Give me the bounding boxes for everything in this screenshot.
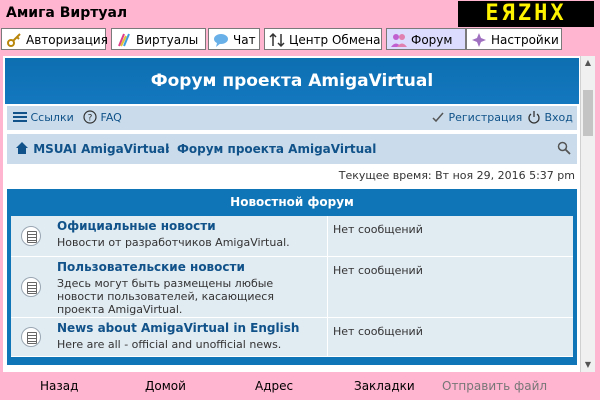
- users-icon: [391, 32, 407, 48]
- forum-description: Here are all - official and unofficial n…: [57, 338, 282, 351]
- nav-virtuals-label: Виртуалы: [136, 33, 199, 47]
- nav-exchange-label: Центр Обмена: [289, 33, 381, 47]
- nav-settings-button[interactable]: Настройки: [466, 28, 562, 50]
- menu-icon: [13, 111, 31, 124]
- title-bar: Амига Виртуал ЕЯZНХ: [0, 0, 600, 28]
- forum-read-icon: [21, 226, 41, 246]
- forum-title-link[interactable]: Официальные новости: [57, 219, 216, 233]
- links-label: Ссылки: [30, 111, 74, 124]
- bottom-toolbar: Назад Домой Адрес Закладки Отправить фай…: [0, 372, 600, 400]
- breadcrumb-home-link[interactable]: MSUAI AmigaVirtual: [15, 134, 169, 164]
- register-icon: [431, 111, 449, 124]
- search-icon[interactable]: [557, 134, 571, 164]
- chat-bubble-icon: [213, 32, 229, 48]
- forum-row[interactable]: Пользовательские новости Здесь могут быт…: [11, 257, 573, 318]
- nav-forum-label: Форум: [411, 33, 453, 47]
- scroll-down-arrow-icon[interactable]: ▼: [581, 358, 595, 372]
- site-logo: ЕЯZНХ: [458, 1, 594, 27]
- home-icon: [15, 142, 33, 156]
- breadcrumb-current-link[interactable]: Форум проекта AmigaVirtual: [177, 134, 376, 164]
- forum-description: Новости от разработчиков AmigaVirtual.: [57, 236, 290, 249]
- news-forum-section: Новостной форум Официальные новости Ново…: [7, 189, 577, 365]
- login-label: Вход: [544, 111, 573, 124]
- forum-read-icon: [21, 277, 41, 297]
- address-button[interactable]: Адрес: [255, 372, 293, 400]
- links-bar: Ссылки ? FAQ Регистрация Вход: [7, 106, 577, 130]
- last-post: Нет сообщений: [333, 264, 423, 277]
- back-button[interactable]: Назад: [40, 372, 78, 400]
- forum-title-link[interactable]: News about AmigaVirtual in English: [57, 321, 299, 335]
- forum-row[interactable]: News about AmigaVirtual in English Here …: [11, 318, 573, 357]
- nav-virtuals-button[interactable]: Виртуалы: [111, 28, 206, 50]
- help-icon: ?: [83, 110, 101, 124]
- nav-chat-button[interactable]: Чат: [208, 28, 260, 50]
- register-label: Регистрация: [448, 111, 523, 124]
- home-button[interactable]: Домой: [145, 372, 186, 400]
- key-icon: [6, 32, 22, 48]
- forum-read-icon: [21, 327, 41, 347]
- login-link[interactable]: Вход: [527, 106, 573, 130]
- forum-row[interactable]: Официальные новости Новости от разработч…: [11, 216, 573, 257]
- forum-description: Здесь могут быть размещены любые новости…: [57, 277, 274, 316]
- last-post: Нет сообщений: [333, 325, 423, 338]
- nav-login-button[interactable]: Авторизация: [1, 28, 108, 50]
- nav-chat-label: Чат: [233, 33, 256, 47]
- nav-exchange-button[interactable]: Центр Обмена: [264, 28, 382, 50]
- scroll-thumb[interactable]: [583, 90, 593, 136]
- last-post: Нет сообщений: [333, 223, 423, 236]
- svg-text:?: ?: [88, 114, 93, 124]
- links-link[interactable]: Ссылки: [13, 106, 74, 130]
- current-time-bar: Текущее время: Вт ноя 29, 2016 5:37 pm: [7, 166, 577, 186]
- breadcrumb-root: MSUAI AmigaVirtual: [33, 142, 170, 156]
- column-divider: [327, 257, 328, 317]
- current-time: Текущее время: Вт ноя 29, 2016 5:37 pm: [338, 169, 575, 182]
- register-link[interactable]: Регистрация: [431, 106, 522, 130]
- settings-star-icon: [471, 32, 487, 48]
- column-divider: [327, 318, 328, 356]
- main-nav: Авторизация Виртуалы Чат Центр Обмена Фо…: [0, 28, 600, 52]
- app-title: Амига Виртуал: [6, 5, 128, 21]
- nav-login-label: Авторизация: [26, 33, 108, 47]
- section-title: Новостной форум: [230, 195, 354, 209]
- vertical-scrollbar[interactable]: ▲ ▼: [580, 56, 595, 372]
- nav-forum-button[interactable]: Форум: [386, 28, 466, 50]
- forum-page: Форум проекта AmigaVirtual Ссылки ? FAQ …: [3, 56, 595, 372]
- breadcrumb: MSUAI AmigaVirtual ‹ Форум проекта Amiga…: [7, 133, 577, 164]
- breadcrumb-separator: ‹: [165, 142, 170, 156]
- nav-settings-label: Настройки: [491, 33, 559, 47]
- forum-header: Форум проекта AmigaVirtual: [5, 58, 579, 104]
- power-icon: [527, 111, 545, 124]
- forum-title-link[interactable]: Пользовательские новости: [57, 260, 245, 274]
- bookmarks-button[interactable]: Закладки: [354, 372, 415, 400]
- scroll-up-arrow-icon[interactable]: ▲: [581, 56, 595, 70]
- transfer-arrows-icon: [269, 32, 285, 48]
- paint-brush-icon: [116, 32, 132, 48]
- send-file-button[interactable]: Отправить файл: [442, 372, 547, 400]
- faq-link[interactable]: ? FAQ: [83, 106, 122, 130]
- column-divider: [327, 216, 328, 256]
- faq-label: FAQ: [100, 111, 122, 124]
